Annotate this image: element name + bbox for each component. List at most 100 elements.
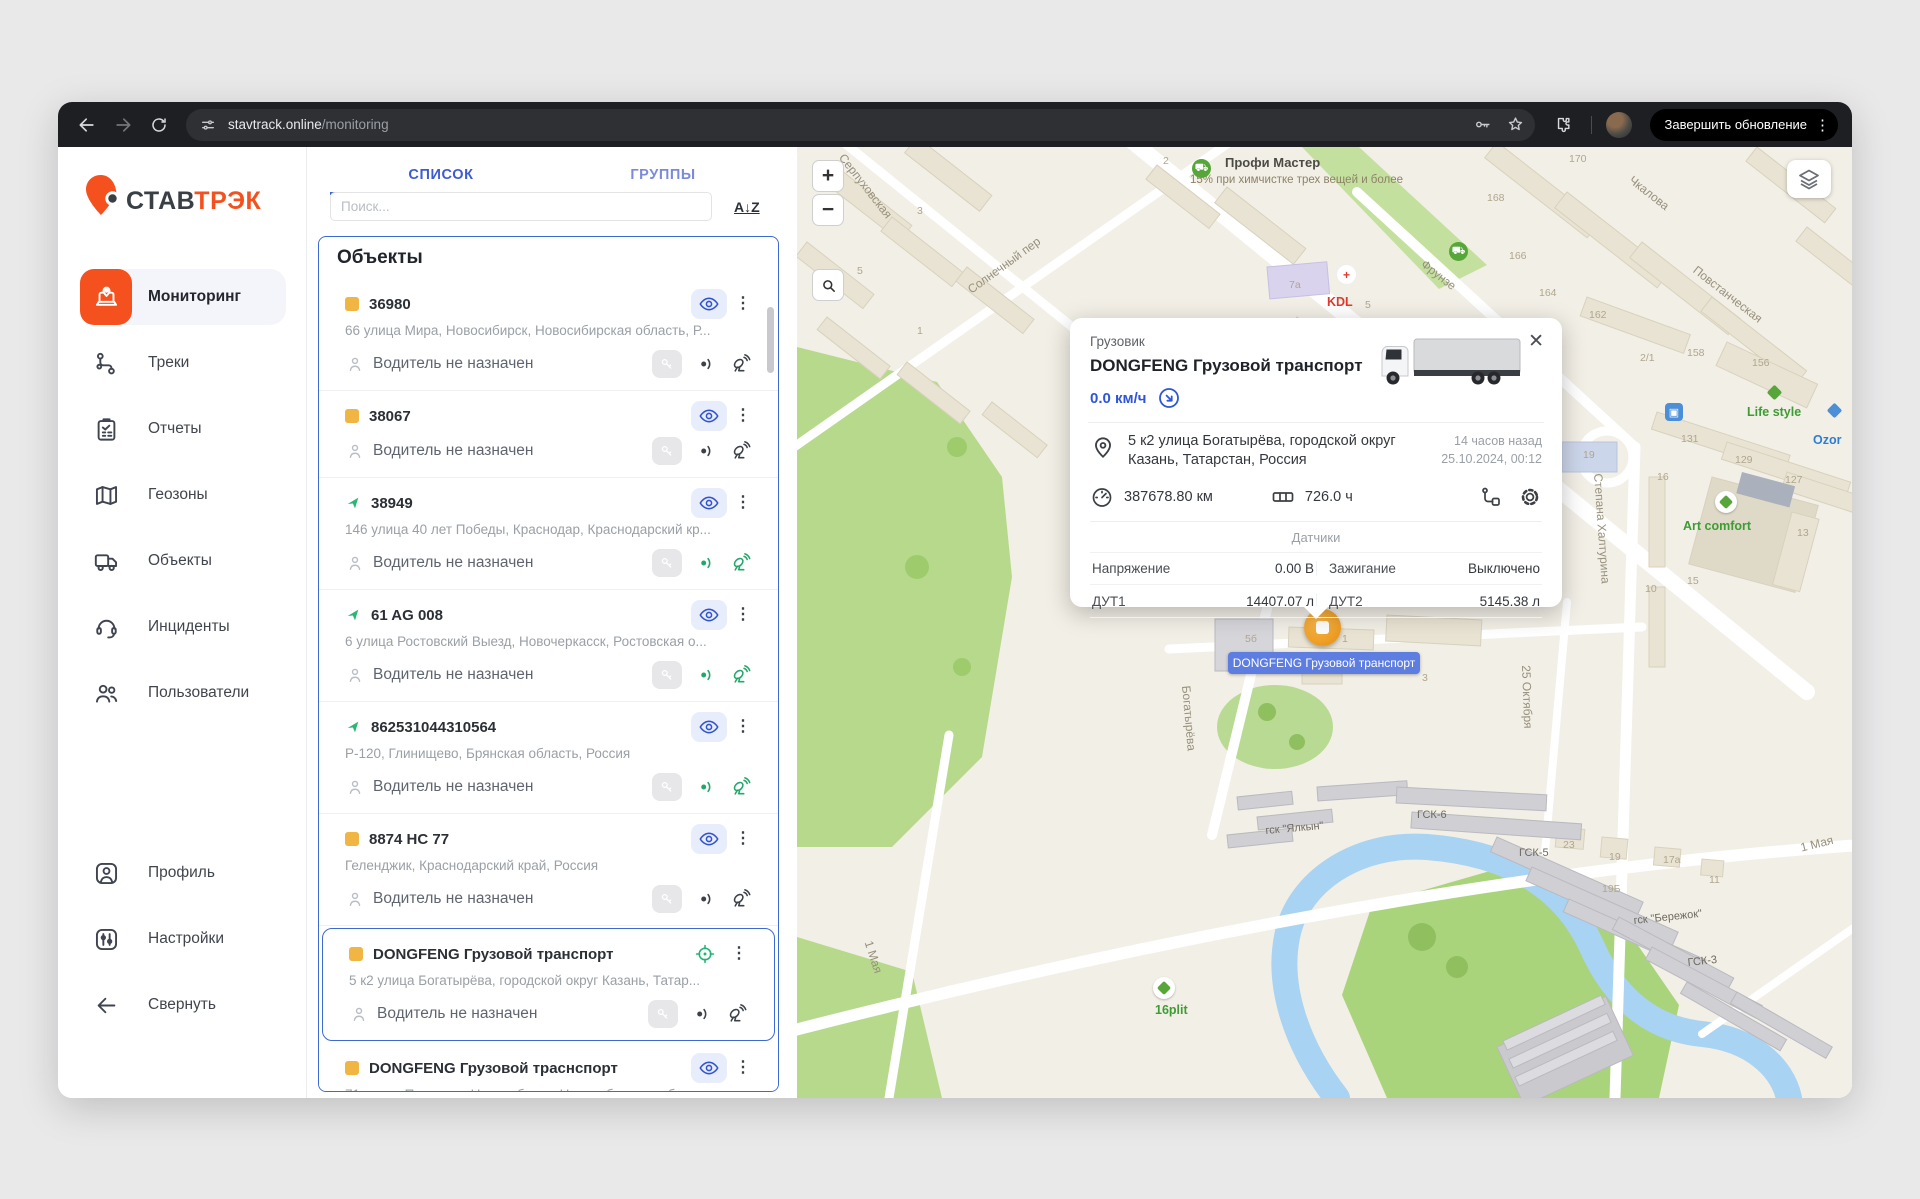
person-icon bbox=[345, 889, 365, 909]
satellite-status-icon[interactable] bbox=[730, 664, 752, 686]
visibility-button[interactable] bbox=[691, 1053, 727, 1083]
visibility-button[interactable] bbox=[691, 289, 727, 319]
key-button[interactable] bbox=[652, 885, 682, 913]
direction-button[interactable] bbox=[1157, 386, 1181, 410]
search-icon bbox=[820, 277, 837, 294]
object-name: 38949 bbox=[371, 495, 691, 512]
key-button[interactable] bbox=[648, 1000, 678, 1028]
show-track-button[interactable] bbox=[1478, 485, 1502, 509]
profile-avatar[interactable] bbox=[1606, 112, 1632, 138]
more-menu-button[interactable]: ⋮ bbox=[734, 831, 752, 847]
reload-button[interactable] bbox=[144, 110, 174, 140]
object-card[interactable]: 8874 НС 77⋮Геленджик, Краснодарский край… bbox=[319, 814, 778, 926]
object-card[interactable]: 38067⋮Водитель не назначен bbox=[319, 391, 778, 478]
ignition-status-icon[interactable] bbox=[695, 440, 717, 462]
extensions-button[interactable] bbox=[1547, 110, 1577, 140]
more-menu-button[interactable]: ⋮ bbox=[734, 607, 752, 623]
popup-address: 5 к2 улица Богатырёва, городской округ К… bbox=[1128, 432, 1423, 470]
sidebar-item-tracks[interactable]: Треки bbox=[80, 335, 286, 391]
ignition-status-icon[interactable] bbox=[695, 664, 717, 686]
sensor-value: 0.00 В bbox=[1275, 561, 1314, 576]
driver-status: Водитель не назначен bbox=[373, 890, 652, 908]
key-button[interactable] bbox=[652, 773, 682, 801]
more-menu-button[interactable]: ⋮ bbox=[730, 946, 748, 962]
bottom-nav: Профиль Настройки Свернуть bbox=[58, 835, 306, 1043]
reload-icon bbox=[150, 116, 168, 134]
visibility-button[interactable] bbox=[691, 824, 727, 854]
satellite-status-icon[interactable] bbox=[730, 552, 752, 574]
objects-panel: СПИСОКГРУППЫ A↓Z Объекты 36980⋮66 улица … bbox=[307, 147, 797, 1098]
logo-pin-icon bbox=[84, 173, 124, 217]
list-scrollbar[interactable] bbox=[767, 307, 774, 373]
object-card[interactable]: 862531044310564⋮Р-120, Глинищево, Брянск… bbox=[319, 702, 778, 814]
visibility-button[interactable] bbox=[691, 712, 727, 742]
satellite-status-icon[interactable] bbox=[730, 888, 752, 910]
sidebar-item-geozones[interactable]: Геозоны bbox=[80, 467, 286, 523]
satellite-status-icon[interactable] bbox=[730, 353, 752, 375]
sat-icon bbox=[730, 664, 752, 686]
visibility-button[interactable] bbox=[691, 401, 727, 431]
object-card[interactable]: 36980⋮66 улица Мира, Новосибирск, Новоси… bbox=[319, 279, 778, 391]
dot-icon bbox=[695, 888, 717, 910]
more-menu-button[interactable]: ⋮ bbox=[734, 296, 752, 312]
status-square bbox=[345, 409, 359, 423]
password-key-icon[interactable] bbox=[1473, 115, 1492, 134]
object-card[interactable]: 38949⋮146 улица 40 лет Победы, Краснодар… bbox=[319, 478, 778, 590]
odometer-icon bbox=[1090, 485, 1114, 509]
sidebar-item-monitoring[interactable]: Мониторинг bbox=[80, 269, 286, 325]
map-layers-button[interactable] bbox=[1787, 160, 1831, 198]
sidebar-item-profile[interactable]: Профиль bbox=[80, 845, 286, 901]
chrome-menu-icon[interactable]: ⋮ bbox=[1815, 116, 1830, 134]
address-bar[interactable]: stavtrack.online/monitoring bbox=[186, 109, 1535, 141]
more-menu-button[interactable]: ⋮ bbox=[734, 719, 752, 735]
ignition-status-icon[interactable] bbox=[695, 353, 717, 375]
map-search-button[interactable] bbox=[812, 269, 844, 301]
sidebar-item-collapse[interactable]: Свернуть bbox=[80, 977, 286, 1033]
visibility-button[interactable] bbox=[691, 600, 727, 630]
map-zoom-in-button[interactable]: + bbox=[812, 160, 844, 192]
ignition-status-icon[interactable] bbox=[691, 1003, 713, 1025]
sidebar-item-objects[interactable]: Объекты bbox=[80, 533, 286, 589]
ignition-status-icon[interactable] bbox=[695, 776, 717, 798]
logo[interactable]: СТАВТРЭК bbox=[84, 173, 261, 217]
more-menu-button[interactable]: ⋮ bbox=[734, 408, 752, 424]
satellite-status-icon[interactable] bbox=[726, 1003, 748, 1025]
sidebar-item-reports[interactable]: Отчеты bbox=[80, 401, 286, 457]
tab-list[interactable]: СПИСОК bbox=[330, 157, 552, 195]
object-card[interactable]: 61 AG 008⋮6 улица Ростовский Выезд, Ново… bbox=[319, 590, 778, 702]
ignition-status-icon[interactable] bbox=[695, 888, 717, 910]
sidebar-item-incidents[interactable]: Инциденты bbox=[80, 599, 286, 655]
tab-groups[interactable]: ГРУППЫ bbox=[552, 157, 774, 195]
sidebar-item-settings[interactable]: Настройки bbox=[80, 911, 286, 967]
satellite-status-icon[interactable] bbox=[730, 776, 752, 798]
visibility-button[interactable] bbox=[691, 488, 727, 518]
finish-update-button[interactable]: Завершить обновление ⋮ bbox=[1650, 109, 1838, 141]
users-icon bbox=[93, 680, 120, 707]
object-card[interactable]: DONGFENG Грузовой траснспорт⋮71 улица Пе… bbox=[319, 1043, 778, 1091]
object-card[interactable]: DONGFENG Грузовой транспорт⋮5 к2 улица Б… bbox=[322, 928, 775, 1041]
popup-close-button[interactable]: ✕ bbox=[1524, 326, 1548, 357]
sidebar-item-users[interactable]: Пользователи bbox=[80, 665, 286, 721]
more-menu-button[interactable]: ⋮ bbox=[734, 495, 752, 511]
sat-icon bbox=[730, 776, 752, 798]
site-settings-icon[interactable] bbox=[196, 113, 220, 137]
key-button[interactable] bbox=[652, 549, 682, 577]
object-address: 66 улица Мира, Новосибирск, Новосибирска… bbox=[345, 323, 752, 341]
popup-tail bbox=[1303, 606, 1329, 619]
locate-button[interactable] bbox=[687, 939, 723, 969]
key-button[interactable] bbox=[652, 661, 682, 689]
search-input[interactable] bbox=[330, 192, 712, 221]
key-button[interactable] bbox=[652, 437, 682, 465]
forward-button[interactable] bbox=[108, 110, 138, 140]
map-zoom-out-button[interactable]: − bbox=[812, 194, 844, 226]
more-menu-button[interactable]: ⋮ bbox=[734, 1060, 752, 1076]
sort-az-button[interactable]: A↓Z bbox=[734, 199, 760, 215]
ignition-status-icon[interactable] bbox=[695, 552, 717, 574]
key-button[interactable] bbox=[652, 350, 682, 378]
satellite-status-icon[interactable] bbox=[730, 440, 752, 462]
vehicle-marker-label[interactable]: DONGFENG Грузовой транспорт bbox=[1228, 652, 1420, 674]
map[interactable]: Профи Мастер15% при химчистке трех вещей… bbox=[797, 147, 1852, 1098]
bookmark-star-icon[interactable] bbox=[1506, 115, 1525, 134]
back-button[interactable] bbox=[72, 110, 102, 140]
settings-gear-button[interactable] bbox=[1518, 485, 1542, 509]
